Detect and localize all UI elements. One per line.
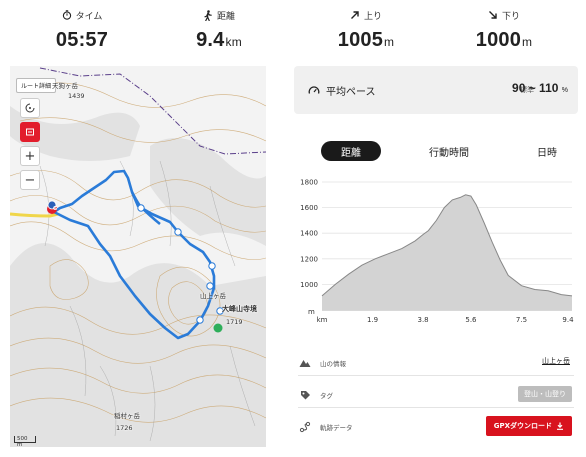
- y-tick-label: 1600: [300, 204, 318, 212]
- route-detail-button[interactable]: ルート詳細: [16, 78, 57, 93]
- x-tick-label: 3.8: [417, 316, 428, 324]
- y-axis-unit: m: [308, 308, 315, 316]
- stat-time: タイム 05:57: [9, 8, 155, 52]
- stat-distance-label: 距離: [216, 11, 235, 22]
- tag-label: タグ: [320, 392, 333, 400]
- route-map[interactable]: ルート詳細 + − 天狗ヶ岳 1439 山上ヶ岳 大峰山寺境 1719 稲村ヶ岳…: [10, 66, 266, 447]
- stat-time-value: 05:57: [55, 29, 109, 51]
- elevation-area: [322, 194, 572, 310]
- layer-toggle-button[interactable]: [20, 122, 40, 142]
- stat-ascent-value: 1005: [337, 29, 384, 51]
- arrow-down-right-icon: [488, 11, 497, 19]
- mountain-info-label: 山の情報: [320, 360, 346, 368]
- stat-ascent-label: 上り: [363, 11, 382, 22]
- x-tick-label: 1.9: [367, 316, 378, 324]
- gpx-download-label: GPXダウンロード: [493, 422, 552, 430]
- layers-icon: [26, 128, 34, 136]
- elevation-label-bottom: 1726: [116, 424, 133, 432]
- goal-marker-letter: G: [53, 206, 58, 212]
- stat-descent-unit: m: [522, 35, 533, 49]
- pace-unit: %: [561, 87, 568, 94]
- y-tick-label: 1400: [300, 230, 318, 238]
- x-tick-label: 7.5: [516, 316, 527, 324]
- tag-icon: [300, 390, 310, 399]
- y-tick-label: 1800: [300, 179, 318, 187]
- x-axis-unit: km: [317, 316, 328, 324]
- tab-datetime[interactable]: 日時: [525, 141, 569, 161]
- tab-distance[interactable]: 距離: [321, 141, 381, 161]
- stat-descent-value: 1000: [475, 29, 522, 51]
- track-data-label: 軌跡データ: [320, 424, 353, 432]
- tag-chip[interactable]: 登山・山登り: [518, 386, 572, 402]
- map-scale: 500 m: [14, 436, 36, 447]
- elevation-chart: 1800 1600 1400 1200 1000 km 1.9 3.8 5.6 7.5 9.4 m: [300, 179, 574, 325]
- x-tick-label: 9.4: [562, 316, 574, 324]
- tab-activity-time[interactable]: 行動時間: [418, 141, 480, 161]
- mountain-info-row: 山の情報 山上ヶ岳: [298, 350, 574, 376]
- stat-ascent-unit: m: [384, 35, 395, 49]
- peak-label-mid: 山上ヶ岳: [200, 292, 226, 300]
- stat-distance: 距離 9.4km: [146, 8, 292, 52]
- stat-distance-unit: km: [225, 35, 242, 49]
- arrow-up-right-icon: [350, 11, 359, 19]
- stat-ascent: 上り 1005m: [293, 8, 439, 52]
- tag-row: タグ 登山・山登り: [298, 382, 574, 408]
- stat-descent: 下り 1000m: [431, 8, 577, 52]
- compass-icon: [25, 103, 35, 113]
- zoom-out-button[interactable]: −: [20, 170, 40, 190]
- stopwatch-icon: [62, 10, 71, 20]
- pace-range: 90 ~ 110: [512, 81, 559, 95]
- y-tick-label: 1000: [300, 281, 318, 289]
- track-data-row: 軌跡データ GPXダウンロード: [298, 414, 574, 440]
- elevation-label-top: 1439: [68, 92, 85, 100]
- mountain-link[interactable]: 山上ヶ岳: [542, 356, 570, 366]
- temple-label: 大峰山寺境: [222, 305, 257, 313]
- peak-label-bottom: 稲村ヶ岳: [114, 412, 140, 420]
- pace-title: 平均ペース: [326, 87, 376, 98]
- elevation-label-mid: 1719: [226, 318, 243, 326]
- gpx-download-button[interactable]: GPXダウンロード: [485, 416, 572, 436]
- speedometer-icon: [308, 85, 320, 94]
- track-icon: [299, 421, 311, 433]
- mountain-icon: [299, 360, 311, 367]
- y-tick-label: 1200: [300, 255, 318, 263]
- download-icon: [557, 422, 563, 430]
- stat-descent-label: 下り: [501, 11, 520, 22]
- stat-distance-value: 9.4: [196, 29, 225, 51]
- stat-time-label: タイム: [75, 11, 103, 22]
- x-tick-label: 5.6: [465, 316, 477, 324]
- zoom-in-button[interactable]: +: [20, 146, 40, 166]
- topographic-map: [10, 66, 266, 447]
- walker-icon: [204, 9, 212, 21]
- peak-label-top: 天狗ヶ岳: [52, 82, 78, 90]
- compass-button[interactable]: [20, 98, 40, 118]
- average-pace-panel: 平均ペース 標準 90 ~ 110 %: [294, 66, 578, 114]
